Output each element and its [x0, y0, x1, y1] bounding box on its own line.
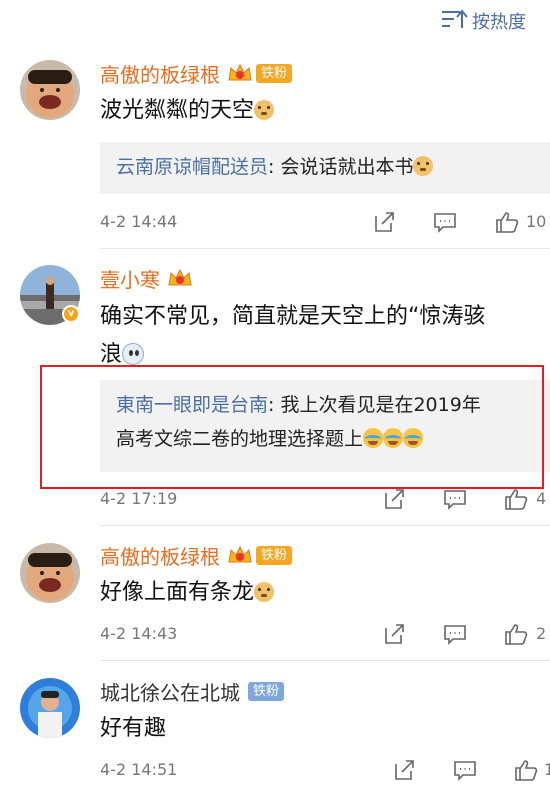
comment-text: 确实不常见，简直就是天空上的“惊涛骇 浪 — [100, 298, 540, 374]
comment-text: 好有趣 — [100, 710, 540, 748]
timestamp: 4-2 17:19 — [100, 489, 178, 508]
like-count: 4 — [536, 489, 547, 508]
surprised-emoji-icon — [122, 343, 145, 365]
comment-text-line: 确实不常见，简直就是天空上的“惊涛骇 — [100, 304, 486, 329]
reply-colon: : — [268, 156, 281, 178]
divider — [100, 525, 550, 526]
doge-emoji-icon — [254, 100, 275, 120]
reply-box[interactable]: 東南一眼即是台南: 我上次看见是在2019年 高考文综二卷的地理选择题上 — [100, 380, 550, 472]
username[interactable]: 高傲的板绿根 — [100, 541, 220, 570]
laugh-cry-emoji-icon — [363, 428, 384, 448]
thumbs-up-icon[interactable] — [514, 758, 538, 782]
like-count: 2 — [536, 624, 547, 643]
comment-meta: 4-2 14:43 2 — [100, 622, 550, 648]
comment-icon[interactable] — [443, 487, 467, 511]
comment-icon[interactable] — [453, 758, 477, 782]
avatar[interactable] — [20, 543, 80, 603]
thumbs-up-icon[interactable] — [504, 622, 528, 646]
doge-emoji-icon — [254, 582, 275, 602]
laugh-cry-emoji-icon — [403, 428, 424, 448]
fan-badge: 铁粉 — [248, 681, 285, 701]
reply-username[interactable]: 東南一眼即是台南 — [116, 394, 268, 416]
reply-line: 東南一眼即是台南: 我上次看见是在2019年 — [116, 388, 534, 422]
doge-emoji-icon — [413, 156, 434, 176]
timestamp: 4-2 14:51 — [100, 760, 178, 779]
comment-text-content: 好像上面有条龙 — [100, 580, 255, 605]
comment-icon[interactable] — [433, 210, 457, 234]
reply-box[interactable]: 云南原谅帽配送员: 会说话就出本书 — [100, 142, 550, 194]
fan-badge: 铁粉 — [256, 63, 293, 83]
name-row: 城北徐公在北城 铁粉 — [100, 677, 285, 706]
sort-lines-icon — [442, 9, 468, 28]
share-icon[interactable] — [382, 487, 406, 511]
verified-badge: v — [62, 305, 80, 323]
laugh-cry-emoji-icon — [383, 428, 404, 448]
username[interactable]: 高傲的板绿根 — [100, 59, 220, 88]
crown-icon — [228, 545, 252, 563]
name-row: 壹小寒 — [100, 264, 194, 293]
share-icon[interactable] — [382, 622, 406, 646]
comment-meta: 4-2 17:19 4 — [100, 487, 550, 513]
reply-text: 高考文综二卷的地理选择题上 — [116, 428, 364, 450]
fan-badge: 铁粉 — [256, 545, 293, 565]
divider — [100, 660, 550, 661]
crown-icon — [168, 268, 192, 286]
username[interactable]: 城北徐公在北城 — [100, 677, 240, 706]
divider — [100, 248, 550, 249]
thumbs-up-icon[interactable] — [495, 210, 519, 234]
reply-text: 会说话就出本书 — [280, 156, 414, 178]
timestamp: 4-2 14:44 — [100, 212, 178, 231]
like-count: 1 — [544, 760, 550, 779]
like-count: 10 — [526, 212, 547, 231]
share-icon[interactable] — [372, 210, 396, 234]
sort-label: 按热度 — [472, 12, 526, 33]
thumbs-up-icon[interactable] — [504, 487, 528, 511]
avatar[interactable] — [20, 60, 80, 120]
comment-text-line: 浪 — [100, 336, 540, 374]
reply-username[interactable]: 云南原谅帽配送员 — [116, 156, 268, 178]
name-row: 高傲的板绿根 铁粉 — [100, 541, 293, 570]
crown-icon — [228, 63, 252, 81]
timestamp: 4-2 14:43 — [100, 624, 178, 643]
comment-meta: 4-2 14:44 10 — [100, 210, 550, 236]
name-row: 高傲的板绿根 铁粉 — [100, 59, 293, 88]
comment-text: 好像上面有条龙 — [100, 574, 540, 612]
comment-text-content: 好有趣 — [100, 716, 167, 741]
username[interactable]: 壹小寒 — [100, 264, 160, 293]
reply-line: 高考文综二卷的地理选择题上 — [116, 422, 534, 456]
comment-meta: 4-2 14:51 1 — [100, 758, 550, 784]
avatar[interactable] — [20, 678, 80, 738]
comment-text-content: 浪 — [100, 342, 123, 367]
comment-text: 波光粼粼的天空 — [100, 92, 540, 130]
reply-text: 我上次看见是在2019年 — [280, 394, 481, 416]
sort-control[interactable]: 按热度 — [440, 0, 550, 40]
share-icon[interactable] — [392, 758, 416, 782]
reply-colon: : — [268, 394, 281, 416]
comment-icon[interactable] — [443, 622, 467, 646]
comment-text-content: 波光粼粼的天空 — [100, 98, 255, 123]
